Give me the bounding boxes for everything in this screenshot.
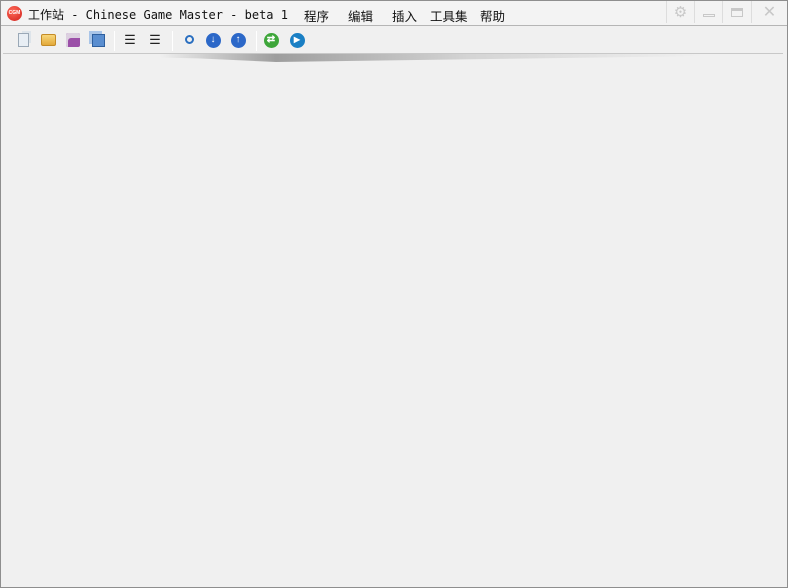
minimize-icon (702, 13, 715, 17)
menu-tools[interactable]: 工具集 (430, 6, 468, 25)
save-all-icon (91, 33, 105, 47)
menu-help[interactable]: 帮助 (480, 6, 505, 25)
workspace (1, 63, 787, 587)
move-down-button[interactable]: ↓ (204, 31, 222, 49)
refresh-button[interactable]: ⇄ (262, 31, 280, 49)
new-button[interactable] (14, 31, 32, 49)
close-icon: ✕ (762, 4, 777, 21)
toolbar: ☰ ☰ ↓ ↑ ⇄ ▶ (1, 27, 787, 54)
refresh-icon: ⇄ (263, 32, 279, 48)
toolbar-shadow (3, 53, 783, 62)
save-button[interactable] (64, 31, 82, 49)
indent-icon: ☰ (124, 32, 136, 47)
window-title: 工作站 - Chinese Game Master - beta 1 (28, 8, 288, 22)
close-button[interactable]: ✕ (751, 1, 787, 23)
minimize-button[interactable] (694, 1, 722, 23)
run-button[interactable]: ▶ (288, 31, 306, 49)
title-bar: CGM 工作站 - Chinese Game Master - beta 1 程… (1, 1, 787, 26)
run-icon: ▶ (289, 32, 305, 48)
toolbar-separator (114, 31, 115, 51)
menu-edit[interactable]: 编辑 (348, 6, 373, 25)
toolbar-separator (172, 31, 173, 51)
main-window: CGM 工作站 - Chinese Game Master - beta 1 程… (0, 0, 788, 588)
open-button[interactable] (39, 31, 57, 49)
move-up-button[interactable]: ↑ (229, 31, 247, 49)
outdent-icon: ☰ (149, 32, 161, 47)
search-icon (184, 34, 194, 44)
move-up-icon: ↑ (230, 32, 246, 48)
open-folder-icon (40, 34, 56, 46)
settings-button[interactable]: ⚙ (666, 1, 694, 23)
menu-insert[interactable]: 插入 (392, 6, 417, 25)
maximize-icon (730, 7, 743, 17)
save-icon (66, 33, 80, 47)
gear-icon: ⚙ (673, 4, 688, 21)
save-all-button[interactable] (89, 31, 107, 49)
app-logo: CGM (7, 6, 22, 21)
maximize-button[interactable] (722, 1, 750, 23)
indent-button[interactable]: ☰ (121, 31, 139, 49)
toolbar-separator (256, 31, 257, 51)
new-document-icon (17, 33, 29, 47)
search-button[interactable] (179, 31, 197, 49)
move-down-icon: ↓ (205, 32, 221, 48)
menu-program[interactable]: 程序 (304, 6, 329, 25)
outdent-button[interactable]: ☰ (146, 31, 164, 49)
